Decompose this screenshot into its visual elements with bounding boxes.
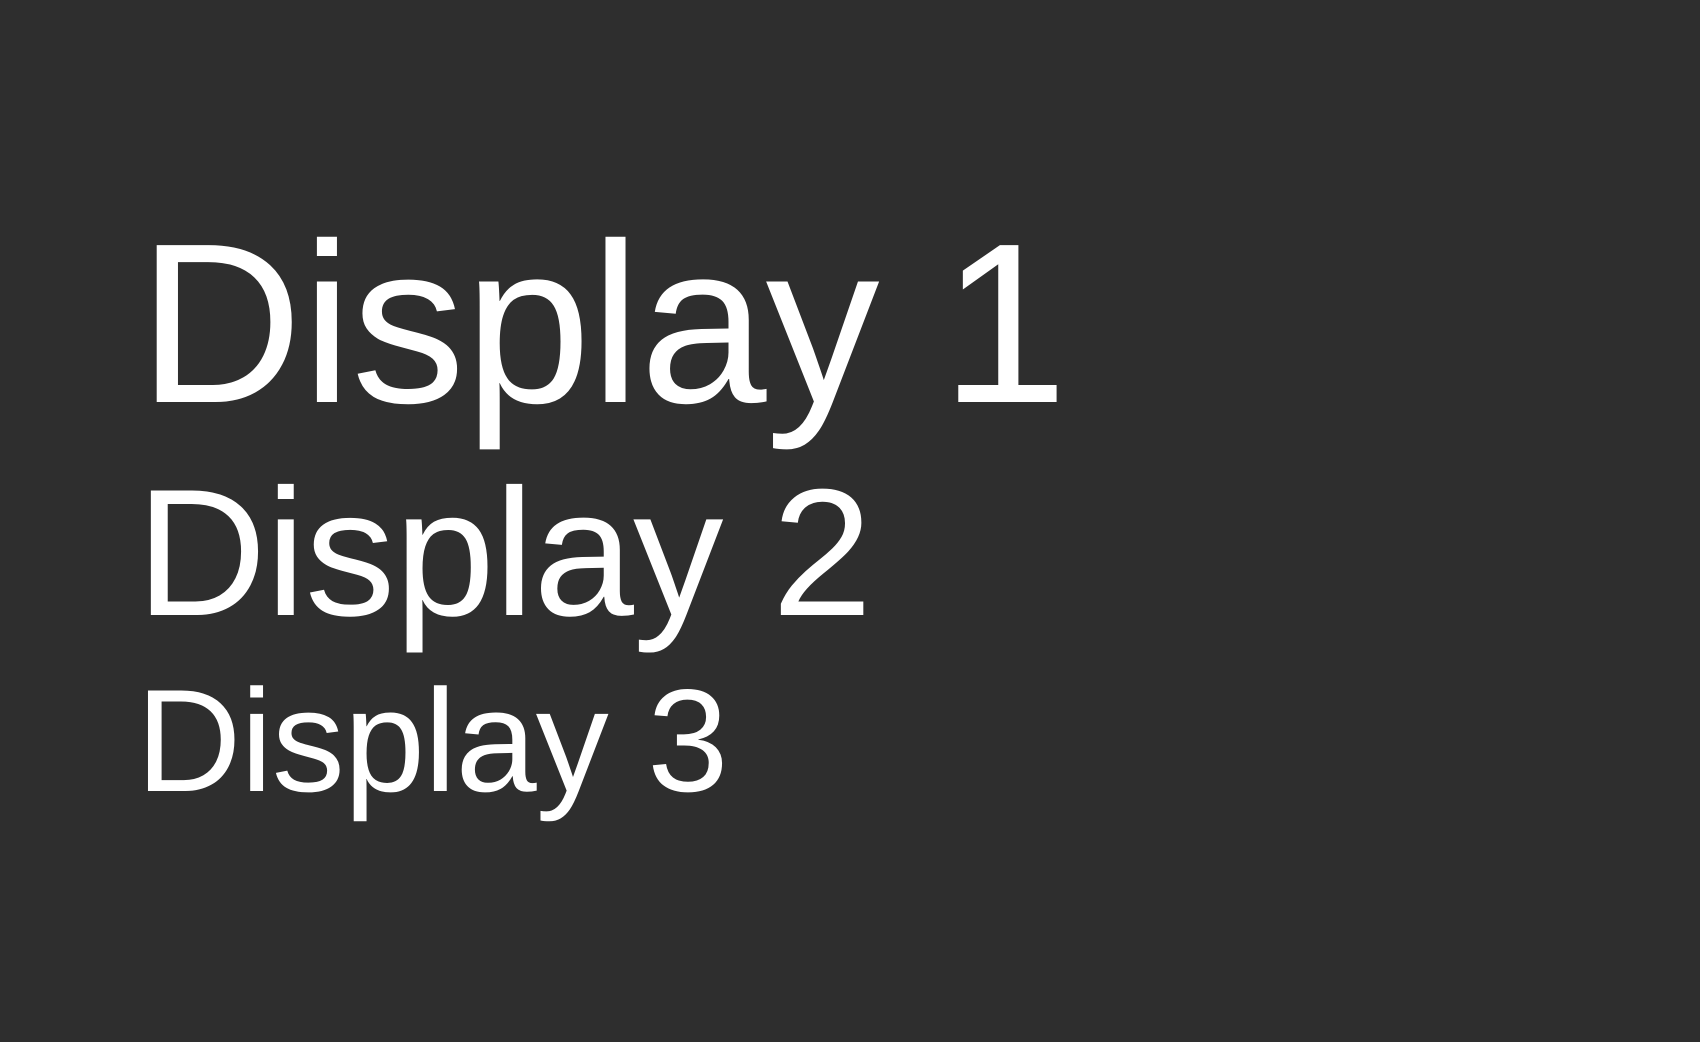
display-1-heading: Display 1 bbox=[138, 197, 1068, 451]
typography-sample-canvas: Display 1 Display 2 Display 3 bbox=[0, 0, 1700, 1042]
display-3-heading: Display 3 bbox=[136, 659, 728, 822]
display-2-heading: Display 2 bbox=[136, 452, 872, 654]
